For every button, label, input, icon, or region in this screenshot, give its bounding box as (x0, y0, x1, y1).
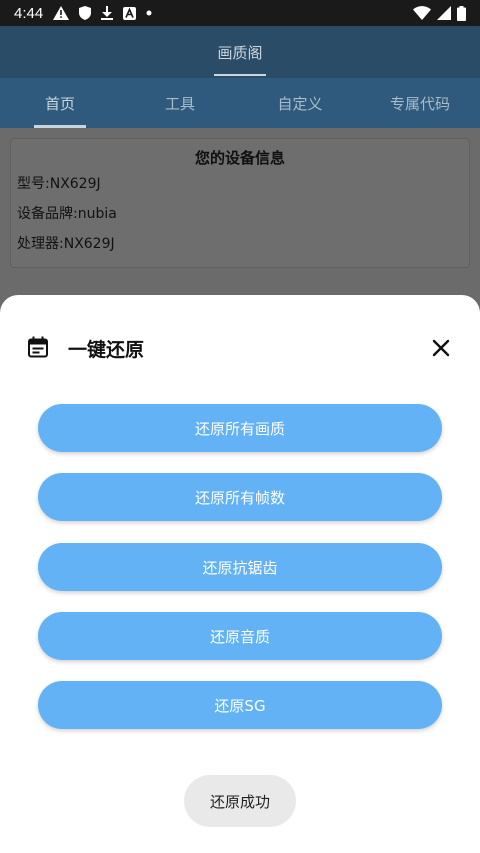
app-title: 画质阁 (217, 43, 263, 62)
device-processor: 处理器:NX629J (17, 236, 115, 252)
device-info-card: 您的设备信息 型号:NX629J 设备品牌:nubia 处理器:NX629J (10, 138, 470, 268)
tab-custom[interactable]: 自定义 (240, 78, 360, 128)
download-icon (101, 6, 114, 20)
tab-bar: 首页 工具 自定义 专属代码 (0, 78, 480, 128)
status-bar: 4:44 (0, 0, 480, 26)
calendar-icon (26, 335, 50, 359)
restore-sg-button[interactable]: 还原SG (38, 681, 442, 729)
restore-all-framerate-button[interactable]: 还原所有帧数 (38, 473, 442, 521)
dot-icon (146, 10, 152, 16)
close-icon[interactable] (428, 335, 454, 361)
tab-tools[interactable]: 工具 (120, 78, 240, 128)
app-bar: 画质阁 (0, 26, 480, 78)
wifi-icon (413, 6, 431, 20)
battery-icon (457, 5, 466, 21)
restore-antialiasing-button[interactable]: 还原抗锯齿 (38, 543, 442, 591)
signal-icon (437, 6, 451, 20)
status-time: 4:44 (14, 4, 44, 22)
sheet-header: 一键还原 (0, 325, 480, 369)
sheet-title: 一键还原 (68, 339, 145, 361)
warning-icon (53, 6, 70, 20)
device-info-title: 您的设备信息 (194, 149, 285, 167)
tab-home[interactable]: 首页 (0, 78, 120, 128)
shield-icon (79, 6, 92, 20)
a-icon (123, 6, 137, 20)
tab-exclusive-code[interactable]: 专属代码 (360, 78, 480, 128)
app-title-underline (214, 74, 266, 76)
restore-all-quality-button[interactable]: 还原所有画质 (38, 404, 442, 452)
bottom-sheet: 一键还原 还原所有画质 还原所有帧数 还原抗锯齿 还原音质 还原SG 还原成功 (0, 295, 480, 853)
toast-message: 还原成功 (184, 775, 296, 827)
device-model: 型号:NX629J (17, 176, 101, 192)
device-brand: 设备品牌:nubia (17, 206, 117, 222)
restore-audio-button[interactable]: 还原音质 (38, 612, 442, 660)
